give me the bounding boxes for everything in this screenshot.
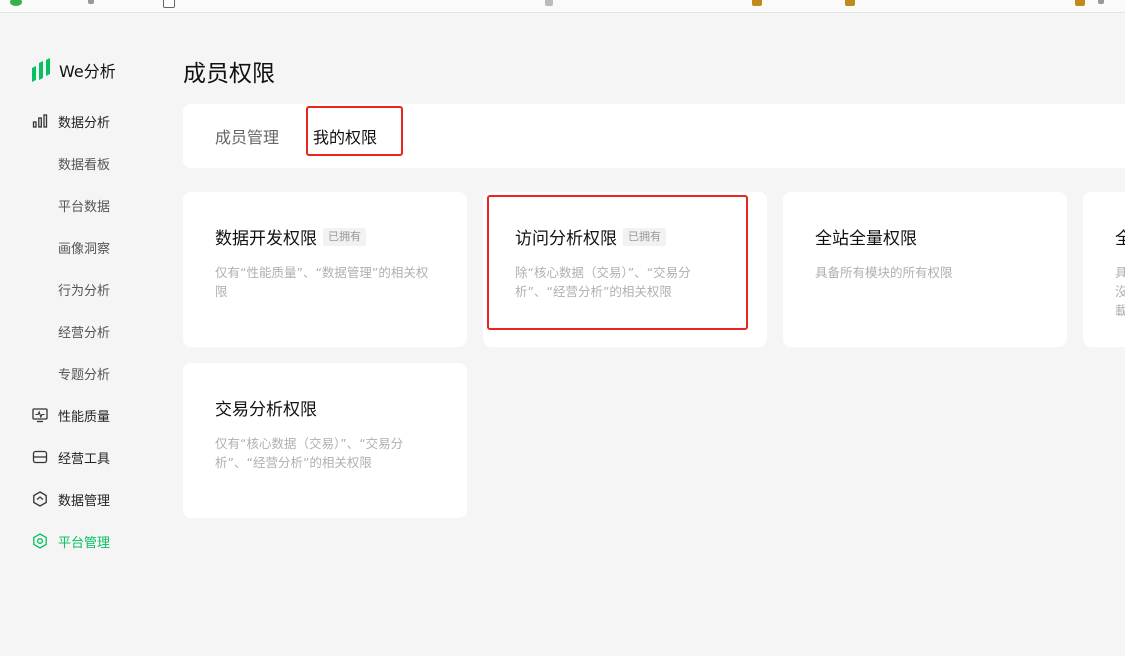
card-title: 全: [1115, 229, 1125, 249]
card-description: 具沒載: [1115, 265, 1125, 318]
permission-card-data-dev[interactable]: 数据开发权限 已拥有 仅有“性能质量”、“数据管理”的相关权限: [183, 192, 467, 347]
sidebar-item-label: 数据管理: [58, 493, 111, 509]
folder-icon[interactable]: [845, 0, 855, 6]
tab-member-management[interactable]: 成员管理: [215, 104, 279, 168]
sidebar-subitem-platform-data[interactable]: 平台数据: [58, 195, 110, 215]
hexagon-check-icon: [32, 491, 48, 507]
toolbox-icon: [32, 449, 48, 465]
card-description: 除“核心数据（交易）”、“交易分析”、“经营分析”的相关权限: [515, 265, 691, 299]
card-description: 仅有“核心数据（交易）”、“交易分析”、“经营分析”的相关权限: [215, 436, 404, 470]
permission-card-partial[interactable]: 全 具沒載: [1083, 192, 1125, 347]
brand-logo[interactable]: We分析: [30, 58, 116, 82]
card-description: 具备所有模块的所有权限: [815, 265, 953, 280]
sidebar-item-label: 性能质量: [58, 409, 111, 425]
bookmark-icon[interactable]: [163, 0, 175, 8]
we-analysis-logo-icon: [32, 58, 50, 82]
sidebar-subitem-dashboard[interactable]: 数据看板: [58, 153, 110, 173]
sidebar-subitem-topic-analysis[interactable]: 专题分析: [58, 363, 110, 383]
sidebar-item-label: 平台管理: [58, 535, 111, 551]
card-title: 交易分析权限: [215, 400, 317, 420]
hexagon-settings-icon: [32, 533, 48, 549]
owned-badge: 已拥有: [623, 227, 666, 246]
card-title: 数据开发权限: [215, 229, 317, 249]
sidebar-subitem-portrait-insight[interactable]: 画像洞察: [58, 237, 110, 257]
browser-bookmark-strip: [0, 0, 1125, 13]
sidebar-item-platform-management[interactable]: 平台管理: [32, 531, 110, 551]
sidebar-item-data-analysis[interactable]: 数据分析: [32, 111, 110, 131]
sidebar-item-label: 数据分析: [58, 115, 111, 131]
tab-my-permissions[interactable]: 我的权限: [313, 104, 377, 168]
sidebar-item-performance[interactable]: 性能质量: [32, 405, 110, 425]
permission-card-trade-analysis[interactable]: 交易分析权限 仅有“核心数据（交易）”、“交易分析”、“经营分析”的相关权限: [183, 363, 467, 518]
sidebar-item-label: 经营工具: [58, 451, 111, 467]
brand-name: We分析: [59, 62, 116, 81]
card-title: 访问分析权限: [515, 229, 617, 249]
card-title: 全站全量权限: [815, 229, 917, 249]
permission-card-full-site[interactable]: 全站全量权限 具备所有模块的所有权限: [783, 192, 1067, 347]
owned-badge: 已拥有: [323, 227, 366, 246]
sidebar-item-business-tools[interactable]: 经营工具: [32, 447, 110, 467]
permission-card-access-analysis[interactable]: 访问分析权限 已拥有 除“核心数据（交易）”、“交易分析”、“经营分析”的相关权…: [483, 192, 767, 347]
folder-icon[interactable]: [752, 0, 762, 6]
monitor-icon: [32, 407, 48, 423]
folder-icon[interactable]: [1075, 0, 1085, 6]
page-title: 成员权限: [183, 61, 275, 87]
sidebar-subitem-behavior-analysis[interactable]: 行为分析: [58, 279, 110, 299]
sidebar-subitem-business-analysis[interactable]: 经营分析: [58, 321, 110, 341]
sidebar-item-data-management[interactable]: 数据管理: [32, 489, 110, 509]
tab-bar: 成员管理 我的权限: [183, 104, 1125, 168]
card-description: 仅有“性能质量”、“数据管理”的相关权限: [215, 265, 429, 299]
bookmark-icon[interactable]: [10, 0, 22, 6]
bookmark-icon[interactable]: [1098, 0, 1104, 4]
bar-chart-icon: [32, 113, 48, 129]
bookmark-icon[interactable]: [545, 0, 553, 6]
bookmark-icon[interactable]: [88, 0, 94, 4]
